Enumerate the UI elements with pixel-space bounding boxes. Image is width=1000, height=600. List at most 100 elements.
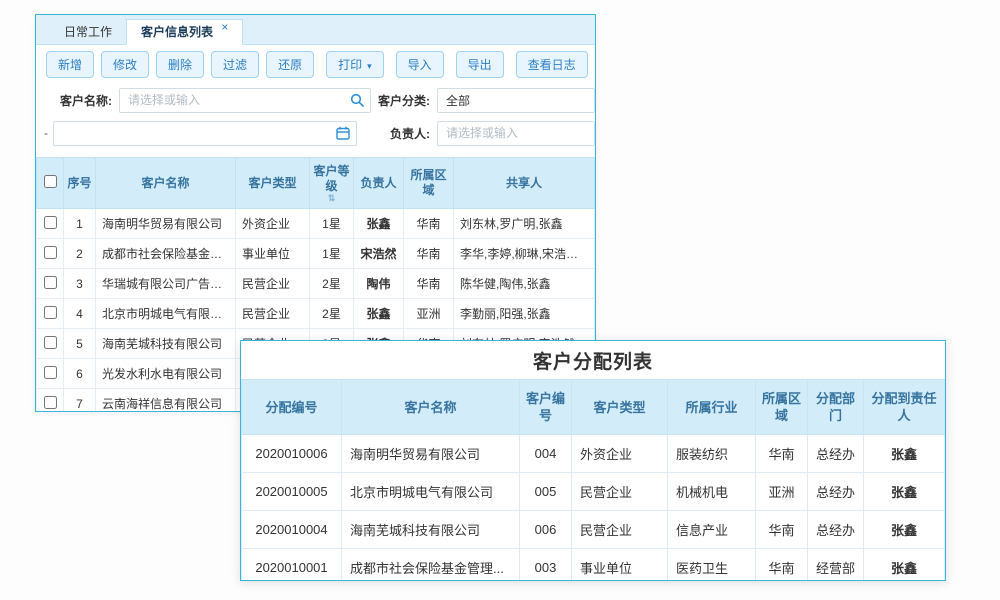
page-title: 客户分配列表 [241, 341, 945, 379]
customer-type-cell: 民营企业 [572, 511, 668, 549]
industry-cell: 服装纺织 [668, 435, 756, 473]
col-header-customer-name: 客户名称 [342, 380, 520, 435]
filter-button[interactable]: 过滤 [211, 51, 259, 78]
region-cell: 华南 [404, 239, 454, 269]
row-no-cell: 1 [64, 209, 96, 239]
owner-link[interactable]: 张鑫 [354, 209, 404, 239]
alloc-no-link[interactable]: 2020010006 [242, 435, 342, 473]
owner-link[interactable]: 陶伟 [354, 269, 404, 299]
customer-name-link[interactable]: 海南芜城科技有限公司 [96, 329, 236, 359]
assignee-link[interactable]: 张鑫 [864, 435, 945, 473]
chevron-down-icon: ▾ [367, 61, 372, 71]
date-inputwrap [53, 121, 357, 146]
customer-name-link[interactable]: 海南芜城科技有限公司 [342, 511, 520, 549]
customer-name-input[interactable] [119, 88, 371, 113]
restore-button[interactable]: 还原 [266, 51, 314, 78]
row-checkbox[interactable] [44, 246, 57, 259]
table-row: 1 海南明华贸易有限公司 外资企业 1星 张鑫 华南 刘东林,罗广明,张鑫 [37, 209, 595, 239]
row-checkbox[interactable] [44, 366, 57, 379]
select-all-cell [37, 158, 64, 209]
customer-name-link[interactable]: 海南明华贸易有限公司 [342, 435, 520, 473]
customer-name-link[interactable]: 光发水利水电有限公司 [96, 359, 236, 389]
alloc-no-link[interactable]: 2020010005 [242, 473, 342, 511]
edit-button[interactable]: 修改 [101, 51, 149, 78]
shared-cell: 陈华健,陶伟,张鑫 [454, 269, 595, 299]
calendar-icon[interactable] [336, 126, 350, 140]
region-cell: 华南 [404, 209, 454, 239]
close-icon[interactable]: × [221, 20, 228, 34]
customer-name-link[interactable]: 海南明华贸易有限公司 [96, 209, 236, 239]
shared-cell: 刘东林,罗广明,张鑫 [454, 209, 595, 239]
alloc-no-link[interactable]: 2020010001 [242, 549, 342, 582]
row-select-cell [37, 329, 64, 359]
tab-daily-work[interactable]: 日常工作 [50, 20, 126, 44]
assignee-link[interactable]: 张鑫 [864, 511, 945, 549]
customer-no-cell: 006 [520, 511, 572, 549]
sort-icon[interactable]: ⇅ [312, 194, 351, 203]
dept-cell: 总经办 [808, 511, 864, 549]
select-all-checkbox[interactable] [44, 175, 57, 188]
dept-cell: 总经办 [808, 435, 864, 473]
customer-name-link[interactable]: 成都市社会保险基金管理... [96, 239, 236, 269]
owner-link[interactable]: 宋浩然 [354, 239, 404, 269]
owner-link[interactable]: 张鑫 [354, 299, 404, 329]
search-icon[interactable] [350, 93, 364, 107]
filter-row-2: - 负责人: [36, 120, 595, 146]
col-header-industry: 所属行业 [668, 380, 756, 435]
row-checkbox[interactable] [44, 276, 57, 289]
grade-cell: 2星 [310, 269, 354, 299]
col-header-shared: 共享人 [454, 158, 595, 209]
row-checkbox[interactable] [44, 216, 57, 229]
category-select[interactable]: 全部 [437, 88, 595, 113]
customer-name-link[interactable]: 北京市明城电气有限公司 [96, 299, 236, 329]
row-no-cell: 4 [64, 299, 96, 329]
customer-name-link[interactable]: 华瑞城有限公司广告设计部 [96, 269, 236, 299]
col-header-region: 所属区域 [404, 158, 454, 209]
grade-cell: 2星 [310, 299, 354, 329]
customer-name-link[interactable]: 成都市社会保险基金管理... [342, 549, 520, 582]
col-header-customer-name: 客户名称 [96, 158, 236, 209]
category-label: 客户分类: [378, 92, 430, 109]
col-header-customer-grade[interactable]: 客户等级 ⇅ [310, 158, 354, 209]
row-checkbox[interactable] [44, 306, 57, 319]
alloc-no-link[interactable]: 2020010004 [242, 511, 342, 549]
import-button[interactable]: 导入 [396, 51, 444, 78]
row-checkbox[interactable] [44, 396, 57, 409]
add-button[interactable]: 新增 [46, 51, 94, 78]
row-no-cell: 7 [64, 389, 96, 413]
customer-table-header-row: 序号 客户名称 客户类型 客户等级 ⇅ 负责人 所属区域 共享人 [37, 158, 595, 209]
date-input[interactable] [53, 121, 357, 146]
row-checkbox[interactable] [44, 336, 57, 349]
shared-cell: 李华,李婷,柳琳,宋浩然,张鑫 [454, 239, 595, 269]
tab-label: 客户信息列表 [141, 25, 213, 39]
region-cell: 华南 [756, 511, 808, 549]
col-header-region: 所属区域 [756, 380, 808, 435]
assignee-link[interactable]: 张鑫 [864, 549, 945, 582]
delete-button[interactable]: 删除 [156, 51, 204, 78]
customer-no-cell: 004 [520, 435, 572, 473]
row-no-cell: 5 [64, 329, 96, 359]
print-button[interactable]: 打印▾ [326, 51, 384, 78]
allocation-list-panel: 客户分配列表 分配编号 客户名称 客户编号 客户类型 所属行业 所属区域 分配部… [240, 340, 946, 581]
owner-inputwrap [437, 121, 595, 146]
col-header-dept: 分配部门 [808, 380, 864, 435]
allocation-table-header-row: 分配编号 客户名称 客户编号 客户类型 所属行业 所属区域 分配部门 分配到责任… [242, 380, 945, 435]
row-no-cell: 2 [64, 239, 96, 269]
row-select-cell [37, 299, 64, 329]
customer-type-cell: 民营企业 [236, 269, 310, 299]
table-row: 3 华瑞城有限公司广告设计部 民营企业 2星 陶伟 华南 陈华健,陶伟,张鑫 [37, 269, 595, 299]
owner-input[interactable] [437, 121, 595, 146]
export-button[interactable]: 导出 [456, 51, 504, 78]
shared-cell: 李勤丽,阳强,张鑫 [454, 299, 595, 329]
table-row: 4 北京市明城电气有限公司 民营企业 2星 张鑫 亚洲 李勤丽,阳强,张鑫 [37, 299, 595, 329]
tab-bar: 日常工作 客户信息列表 × [36, 15, 595, 45]
tab-customer-info-list[interactable]: 客户信息列表 × [126, 19, 243, 45]
customer-name-link[interactable]: 北京市明城电气有限公司 [342, 473, 520, 511]
col-header-customer-type: 客户类型 [236, 158, 310, 209]
view-log-button[interactable]: 查看日志 [516, 51, 588, 78]
customer-type-cell: 民营企业 [236, 299, 310, 329]
filter-area: 客户名称: 客户分类: 全部 - [36, 87, 595, 157]
customer-name-link[interactable]: 云南海祥信息有限公司 [96, 389, 236, 413]
assignee-link[interactable]: 张鑫 [864, 473, 945, 511]
dept-cell: 经营部 [808, 549, 864, 582]
